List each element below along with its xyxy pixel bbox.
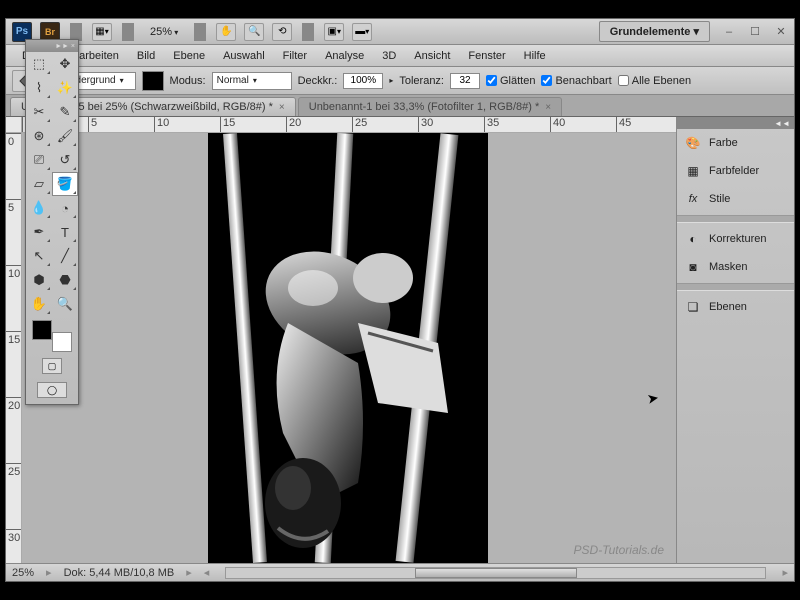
status-zoom[interactable]: 25% xyxy=(12,567,34,579)
opacity-field[interactable] xyxy=(343,73,383,89)
foreground-color[interactable] xyxy=(32,320,52,340)
sep xyxy=(194,23,206,41)
type-tool-icon[interactable]: T xyxy=(52,220,78,244)
modus-label: Modus: xyxy=(170,75,206,87)
3d-tool-icon[interactable]: ⬢ xyxy=(26,268,52,292)
arrange-docs-button[interactable]: ▣ xyxy=(324,23,344,41)
ruler-origin[interactable] xyxy=(6,117,22,133)
rotate-view-icon[interactable]: ⟲ xyxy=(272,23,292,41)
magic-wand-tool-icon[interactable]: ✨ xyxy=(52,76,78,100)
panel-ebenen[interactable]: ❏Ebenen xyxy=(677,293,794,321)
marquee-tool-icon[interactable]: ⬚ xyxy=(26,52,52,76)
healing-brush-tool-icon[interactable]: ⊛ xyxy=(26,124,52,148)
document-canvas[interactable] xyxy=(208,133,488,563)
watermark: PSD-Tutorials.de xyxy=(574,543,664,557)
panel-masken[interactable]: ◙Masken xyxy=(677,253,794,281)
quick-mask-icon[interactable]: ◯ xyxy=(37,382,67,398)
workspace-switcher[interactable]: Grundelemente ▾ xyxy=(599,21,710,42)
right-panel-dock: ◄◄ 🎨Farbe ▦Farbfelder fxStile ◐Korrektur… xyxy=(676,117,794,563)
toolbox[interactable]: ►► × ⬚ ✥ ⌇ ✨ ✂ ✎ ⊛ 🖌 ⎚ ↺ ▱ 🪣 💧 ◔ ✒ T ↖ ╱… xyxy=(25,39,79,405)
minimize-icon[interactable]: – xyxy=(722,25,736,39)
menubar: Datei Bearbeiten Bild Ebene Auswahl Filt… xyxy=(6,45,794,67)
panel-separator xyxy=(677,215,794,223)
close-icon[interactable]: × xyxy=(279,102,285,113)
app-window: Ps Br ▦ 25% ✋ 🔍 ⟲ ▣ ▬ Grundelemente ▾ – … xyxy=(5,18,795,582)
adjustments-icon: ◐ xyxy=(685,231,701,247)
move-tool-icon[interactable]: ✥ xyxy=(52,52,78,76)
clone-stamp-tool-icon[interactable]: ⎚ xyxy=(26,148,52,172)
panel-korrekturen[interactable]: ◐Korrekturen xyxy=(677,225,794,253)
masks-icon: ◙ xyxy=(685,259,701,275)
crop-tool-icon[interactable]: ✂ xyxy=(26,100,52,124)
3d-camera-tool-icon[interactable]: ⬣ xyxy=(52,268,78,292)
ruler-vertical[interactable]: 0510152025303540455055 xyxy=(6,133,22,563)
canvas-area[interactable] xyxy=(22,133,676,563)
eyedropper-tool-icon[interactable]: ✎ xyxy=(52,100,78,124)
menu-filter[interactable]: Filter xyxy=(275,47,315,65)
tab-unbenannt-1[interactable]: Unbenannt-1 bei 33,3% (Fotofilter 1, RGB… xyxy=(298,97,562,116)
history-brush-tool-icon[interactable]: ↺ xyxy=(52,148,78,172)
path-select-tool-icon[interactable]: ↖ xyxy=(26,244,52,268)
antialias-checkbox[interactable]: Glätten xyxy=(486,75,535,87)
ruler-horizontal[interactable]: 05101520253035404550556065 xyxy=(22,117,676,133)
menu-fenster[interactable]: Fenster xyxy=(460,47,513,65)
blur-tool-icon[interactable]: 💧 xyxy=(26,196,52,220)
titlebar: Ps Br ▦ 25% ✋ 🔍 ⟲ ▣ ▬ Grundelemente ▾ – … xyxy=(6,19,794,45)
color-icon: 🎨 xyxy=(685,135,701,151)
menu-bild[interactable]: Bild xyxy=(129,47,163,65)
menu-hilfe[interactable]: Hilfe xyxy=(516,47,554,65)
sep xyxy=(122,23,134,41)
close-icon[interactable]: × xyxy=(545,102,551,113)
panel-farbfelder[interactable]: ▦Farbfelder xyxy=(677,157,794,185)
panel-stile[interactable]: fxStile xyxy=(677,185,794,213)
swatches-icon: ▦ xyxy=(685,163,701,179)
options-bar: ▾ Vordergrund Modus: Normal Deckkr.: ▸ T… xyxy=(6,67,794,95)
brush-tool-icon[interactable]: 🖌 xyxy=(52,124,78,148)
menu-ebene[interactable]: Ebene xyxy=(165,47,213,65)
sep xyxy=(302,23,314,41)
status-docinfo[interactable]: Dok: 5,44 MB/10,8 MB xyxy=(64,567,175,579)
zoom-dropdown[interactable]: 25% xyxy=(144,24,184,40)
close-icon[interactable]: ✕ xyxy=(774,25,788,39)
tolerance-label: Toleranz: xyxy=(399,75,444,87)
shape-tool-icon[interactable]: ╱ xyxy=(52,244,78,268)
menu-ansicht[interactable]: Ansicht xyxy=(406,47,458,65)
paint-bucket-tool-icon[interactable]: 🪣 xyxy=(52,172,78,196)
sep xyxy=(70,23,82,41)
dock-header[interactable]: ◄◄ xyxy=(677,117,794,129)
hand-tool-icon[interactable]: ✋ xyxy=(216,23,236,41)
scrollbar-thumb[interactable] xyxy=(415,568,577,578)
screen-mode-button[interactable]: ▬ xyxy=(352,23,372,41)
all-layers-checkbox[interactable]: Alle Ebenen xyxy=(618,75,691,87)
panel-farbe[interactable]: 🎨Farbe xyxy=(677,129,794,157)
layers-icon: ❏ xyxy=(685,299,701,315)
menu-analyse[interactable]: Analyse xyxy=(317,47,372,65)
pen-tool-icon[interactable]: ✒ xyxy=(26,220,52,244)
menu-auswahl[interactable]: Auswahl xyxy=(215,47,273,65)
pattern-swatch[interactable] xyxy=(142,71,164,91)
color-picker[interactable] xyxy=(28,318,76,354)
background-color[interactable] xyxy=(52,332,72,352)
maximize-icon[interactable]: ☐ xyxy=(748,25,762,39)
zoom-tool-icon[interactable]: 🔍 xyxy=(244,23,264,41)
opacity-label: Deckkr.: xyxy=(298,75,338,87)
lasso-tool-icon[interactable]: ⌇ xyxy=(26,76,52,100)
blend-mode-select[interactable]: Normal xyxy=(212,72,292,90)
styles-icon: fx xyxy=(685,191,701,207)
tolerance-field[interactable] xyxy=(450,73,480,89)
eraser-tool-icon[interactable]: ▱ xyxy=(26,172,52,196)
horizontal-scrollbar[interactable] xyxy=(225,567,766,579)
menu-3d[interactable]: 3D xyxy=(374,47,404,65)
toolbox-header[interactable]: ►► × xyxy=(26,40,78,52)
statusbar: 25% ▸ Dok: 5,44 MB/10,8 MB ▸ ◂ ▸ xyxy=(6,563,794,581)
document-tabs: Unbenannt-5 bei 25% (Schwarzweißbild, RG… xyxy=(6,95,794,117)
dodge-tool-icon[interactable]: ◔ xyxy=(52,196,78,220)
panel-separator xyxy=(677,283,794,291)
contiguous-checkbox[interactable]: Benachbart xyxy=(541,75,611,87)
standard-mode-icon[interactable]: ▢ xyxy=(42,358,62,374)
workarea: 05101520253035404550556065 0510152025303… xyxy=(6,117,794,563)
zoom-tool-icon[interactable]: 🔍 xyxy=(52,292,78,316)
hand-tool-icon[interactable]: ✋ xyxy=(26,292,52,316)
view-extras-button[interactable]: ▦ xyxy=(92,23,112,41)
